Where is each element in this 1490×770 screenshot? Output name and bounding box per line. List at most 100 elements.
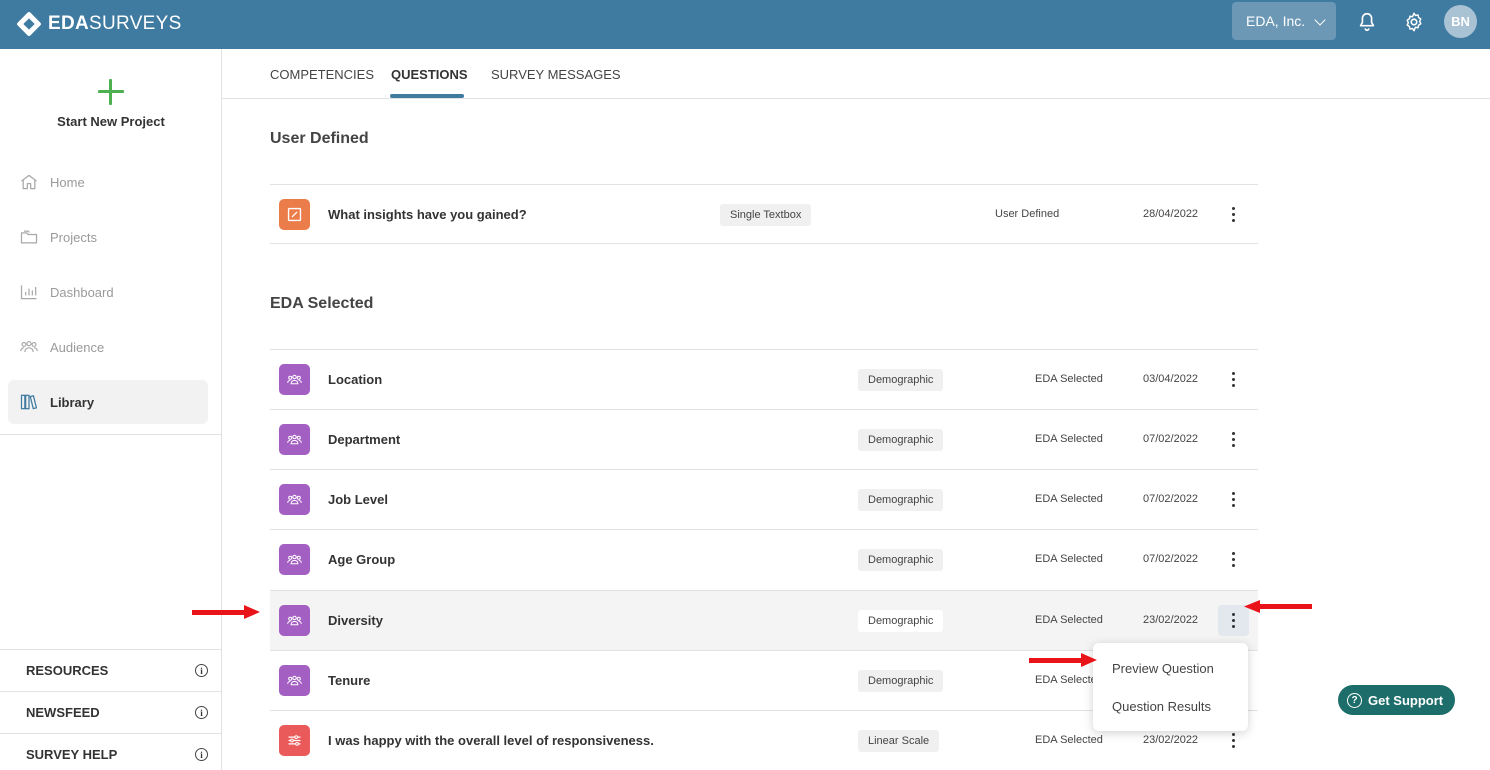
more-options-button[interactable] bbox=[1218, 199, 1249, 230]
question-source: User Defined bbox=[995, 208, 1060, 220]
info-icon: i bbox=[195, 748, 208, 761]
question-options-menu: Preview Question Question Results bbox=[1093, 643, 1248, 731]
question-row[interactable]: Location Demographic EDA Selected 03/04/… bbox=[270, 349, 1258, 409]
menu-item-preview-question[interactable]: Preview Question bbox=[1112, 661, 1214, 676]
people-icon bbox=[279, 424, 310, 455]
section-title-user-defined: User Defined bbox=[270, 130, 369, 147]
top-bar: EDASURVEYS EDA, Inc. BN bbox=[0, 0, 1490, 49]
question-type-badge: Demographic bbox=[858, 489, 944, 511]
question-source: EDA Selected bbox=[1035, 734, 1103, 746]
info-icon: i bbox=[195, 706, 208, 719]
people-icon bbox=[279, 665, 310, 696]
gear-icon[interactable] bbox=[1403, 11, 1425, 33]
brand-name-bold: EDA bbox=[48, 13, 90, 34]
sidebar-link-label: RESOURCES bbox=[26, 663, 109, 678]
library-icon bbox=[20, 394, 38, 410]
question-source: EDA Selecte bbox=[1035, 674, 1097, 686]
sidebar-divider bbox=[0, 434, 222, 435]
question-row[interactable]: What insights have you gained? Single Te… bbox=[270, 184, 1258, 244]
question-source: EDA Selected bbox=[1035, 614, 1103, 626]
people-icon bbox=[279, 605, 310, 636]
more-options-button[interactable] bbox=[1218, 544, 1249, 575]
tab-questions[interactable]: QUESTIONS bbox=[391, 67, 468, 82]
question-type-badge: Demographic bbox=[858, 610, 944, 632]
slider-icon bbox=[279, 725, 310, 756]
question-text: What insights have you gained? bbox=[328, 207, 527, 222]
question-type-badge: Demographic bbox=[858, 549, 944, 571]
library-tabs: COMPETENCIES QUESTIONS SURVEY MESSAGES bbox=[222, 49, 1490, 99]
question-text: Diversity bbox=[328, 613, 383, 628]
question-text: I was happy with the overall level of re… bbox=[328, 733, 654, 748]
question-row[interactable]: Job Level Demographic EDA Selected 07/02… bbox=[270, 469, 1258, 529]
sidebar-link-label: NEWSFEED bbox=[26, 705, 100, 720]
sidebar-item-label: Library bbox=[50, 394, 95, 410]
brand-logo[interactable]: EDASURVEYS bbox=[16, 7, 182, 41]
sidebar-item-library[interactable]: Library bbox=[8, 380, 208, 424]
sidebar-link-survey-help[interactable]: SURVEY HELP i bbox=[0, 733, 222, 770]
chart-icon bbox=[20, 285, 37, 300]
people-icon bbox=[279, 364, 310, 395]
logo-icon bbox=[16, 11, 42, 37]
question-type-badge: Demographic bbox=[858, 369, 944, 391]
org-selector-label: EDA, Inc. bbox=[1246, 13, 1306, 29]
sidebar-item-projects[interactable]: Projects bbox=[8, 215, 208, 259]
sidebar-item-label: Projects bbox=[50, 229, 97, 245]
sidebar-item-label: Audience bbox=[50, 339, 105, 355]
question-row[interactable]: Age Group Demographic EDA Selected 07/02… bbox=[270, 529, 1258, 589]
section-title-eda-selected: EDA Selected bbox=[270, 295, 374, 312]
sidebar-item-label: Home bbox=[50, 174, 85, 190]
question-text: Location bbox=[328, 372, 383, 387]
question-text: Department bbox=[328, 432, 401, 447]
tab-competencies[interactable]: COMPETENCIES bbox=[270, 67, 374, 82]
bell-icon[interactable] bbox=[1356, 11, 1378, 33]
more-options-button[interactable] bbox=[1218, 364, 1249, 395]
sidebar-item-dashboard[interactable]: Dashboard bbox=[8, 270, 208, 314]
textbox-question-icon bbox=[279, 199, 310, 230]
tab-survey-messages[interactable]: SURVEY MESSAGES bbox=[491, 67, 621, 82]
question-date: 23/02/2022 bbox=[1143, 614, 1199, 626]
get-support-button[interactable]: ? Get Support bbox=[1338, 685, 1455, 715]
question-text: Tenure bbox=[328, 673, 371, 688]
info-icon: i bbox=[195, 664, 208, 677]
question-mark-icon: ? bbox=[1347, 692, 1362, 708]
avatar[interactable]: BN bbox=[1444, 5, 1477, 38]
org-selector[interactable]: EDA, Inc. bbox=[1232, 2, 1336, 40]
question-source: EDA Selected bbox=[1035, 553, 1103, 565]
question-text: Age Group bbox=[328, 552, 396, 567]
question-date: 23/02/2022 bbox=[1143, 734, 1199, 746]
question-row-selected[interactable]: Diversity Demographic EDA Selected 23/02… bbox=[270, 590, 1258, 650]
brand-name-light: SURVEYS bbox=[89, 13, 182, 34]
sidebar-item-label: Dashboard bbox=[50, 284, 114, 300]
sidebar-item-audience[interactable]: Audience bbox=[8, 325, 208, 369]
people-icon bbox=[279, 484, 310, 515]
annotation-arrow-left-icon bbox=[1244, 600, 1312, 613]
question-date: 07/02/2022 bbox=[1143, 553, 1199, 565]
sidebar-item-home[interactable]: Home bbox=[8, 160, 208, 204]
question-type-badge: Linear Scale bbox=[858, 730, 940, 752]
question-source: EDA Selected bbox=[1035, 493, 1103, 505]
sidebar: Start New Project Home Projects Dashboar… bbox=[0, 49, 222, 770]
home-icon bbox=[21, 174, 37, 190]
more-options-button[interactable] bbox=[1218, 424, 1249, 455]
people-icon bbox=[20, 341, 38, 353]
sidebar-link-label: SURVEY HELP bbox=[26, 747, 118, 762]
annotation-arrow-right-icon bbox=[1029, 653, 1097, 667]
menu-item-question-results[interactable]: Question Results bbox=[1112, 699, 1211, 714]
question-type-badge: Demographic bbox=[858, 429, 944, 451]
chevron-down-icon bbox=[1314, 14, 1326, 26]
question-date: 03/04/2022 bbox=[1143, 373, 1199, 385]
start-new-project-button[interactable]: Start New Project bbox=[0, 79, 222, 129]
people-icon bbox=[279, 544, 310, 575]
folder-icon bbox=[20, 230, 38, 244]
question-source: EDA Selected bbox=[1035, 373, 1103, 385]
active-tab-indicator bbox=[390, 94, 464, 98]
question-type-badge: Demographic bbox=[858, 670, 944, 692]
sidebar-link-resources[interactable]: RESOURCES i bbox=[0, 649, 222, 691]
more-options-button[interactable] bbox=[1218, 484, 1249, 515]
sidebar-link-newsfeed[interactable]: NEWSFEED i bbox=[0, 691, 222, 733]
question-text: Job Level bbox=[328, 492, 388, 507]
question-row[interactable]: Department Demographic EDA Selected 07/0… bbox=[270, 409, 1258, 469]
question-type-badge: Single Textbox bbox=[720, 204, 812, 226]
question-date: 28/04/2022 bbox=[1143, 208, 1199, 220]
question-source: EDA Selected bbox=[1035, 433, 1103, 445]
